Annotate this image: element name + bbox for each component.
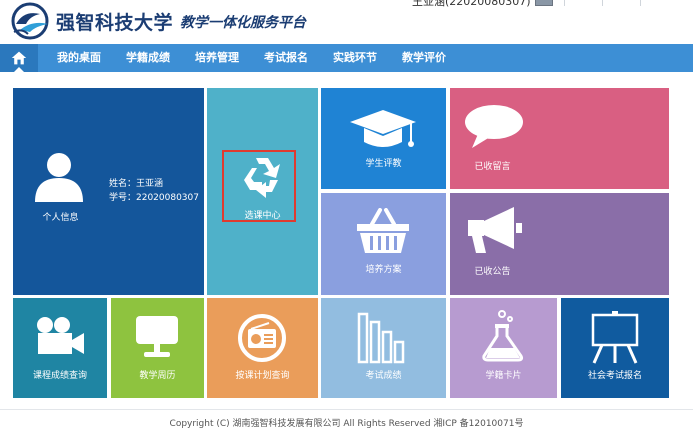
settings-button[interactable] — [602, 0, 638, 6]
footer-divider — [0, 409, 693, 410]
main-nav: 我的桌面 学籍成绩 培养管理 考试报名 实践环节 教学评价 — [0, 44, 693, 72]
logout-button[interactable] — [640, 0, 676, 6]
tile-training-plan[interactable]: 培养方案 — [321, 193, 446, 295]
university-logo — [11, 2, 49, 40]
video-camera-icon — [37, 317, 84, 354]
monitor-icon — [136, 316, 178, 357]
megaphone-icon — [468, 207, 522, 253]
tile-student-card[interactable]: 学籍卡片 — [450, 298, 557, 398]
school-name: 强智科技大学 — [56, 12, 174, 34]
easel-icon — [591, 311, 639, 364]
tile-course-selection[interactable]: 选课中心 — [207, 88, 318, 295]
tile-exam-results[interactable]: 考试成绩 — [321, 298, 446, 398]
tile-received-notices[interactable]: 已收公告 — [450, 193, 669, 295]
graduation-cap-icon — [350, 110, 416, 147]
nav-training-management[interactable]: 培养管理 — [195, 44, 239, 72]
tile-grade-query[interactable]: 课程成绩查询 — [13, 298, 107, 398]
avatar[interactable] — [535, 0, 553, 6]
tile-label: 社会考试报名 — [587, 371, 642, 381]
user-info[interactable]: 王亚涵(22020080307) — [412, 0, 531, 9]
tile-label: 已收公告 — [474, 267, 511, 277]
header: 强智科技大学 教学一体化服务平台 王亚涵(22020080307) — [0, 0, 693, 44]
nav-enrollment-grades[interactable]: 学籍成绩 — [126, 44, 170, 72]
home-icon — [11, 51, 27, 65]
tile-teaching-calendar[interactable]: 教学周历 — [111, 298, 204, 398]
basket-icon — [357, 208, 409, 253]
copyright: Copyright (C) 湖南强智科技发展有限公司 All Rights Re… — [169, 419, 524, 429]
student-id: 学号：22020080307 — [109, 193, 199, 203]
tile-label: 已收留言 — [474, 162, 511, 172]
tile-label: 按课计划查询 — [235, 371, 290, 381]
student-name: 姓名：王亚涵 — [109, 179, 164, 189]
nav-my-desktop[interactable]: 我的桌面 — [57, 44, 101, 72]
tile-student-evaluation[interactable]: 学生评教 — [321, 88, 446, 189]
radio-icon — [238, 314, 286, 362]
tile-received-messages[interactable]: 已收留言 — [450, 88, 669, 189]
tile-student-info[interactable]: 个人信息 姓名：王亚涵 学号：22020080307 — [13, 88, 204, 295]
tile-label: 学籍卡片 — [485, 371, 522, 381]
flask-icon — [482, 310, 524, 362]
active-indicator — [14, 67, 24, 72]
user-icon — [35, 153, 83, 202]
tile-label: 个人信息 — [42, 213, 79, 223]
tile-label: 学生评教 — [365, 159, 402, 169]
nav-home[interactable] — [0, 44, 38, 72]
tile-label: 考试成绩 — [365, 371, 402, 381]
nav-exam-registration[interactable]: 考试报名 — [264, 44, 308, 72]
tile-label: 教学周历 — [139, 371, 176, 381]
tile-plan-query[interactable]: 按课计划查询 — [207, 298, 318, 398]
nav-teaching-evaluation[interactable]: 教学评价 — [402, 44, 446, 72]
speech-bubble-icon — [465, 105, 523, 148]
bar-chart-icon — [357, 312, 405, 364]
message-button[interactable] — [564, 0, 600, 6]
tile-social-exam[interactable]: 社会考试报名 — [561, 298, 669, 398]
recycle-icon — [244, 158, 280, 198]
tile-label: 培养方案 — [365, 265, 402, 275]
platform-name: 教学一体化服务平台 — [180, 15, 306, 31]
tile-label: 选课中心 — [244, 211, 281, 221]
tile-label: 课程成绩查询 — [32, 371, 87, 381]
nav-practice[interactable]: 实践环节 — [333, 44, 377, 72]
